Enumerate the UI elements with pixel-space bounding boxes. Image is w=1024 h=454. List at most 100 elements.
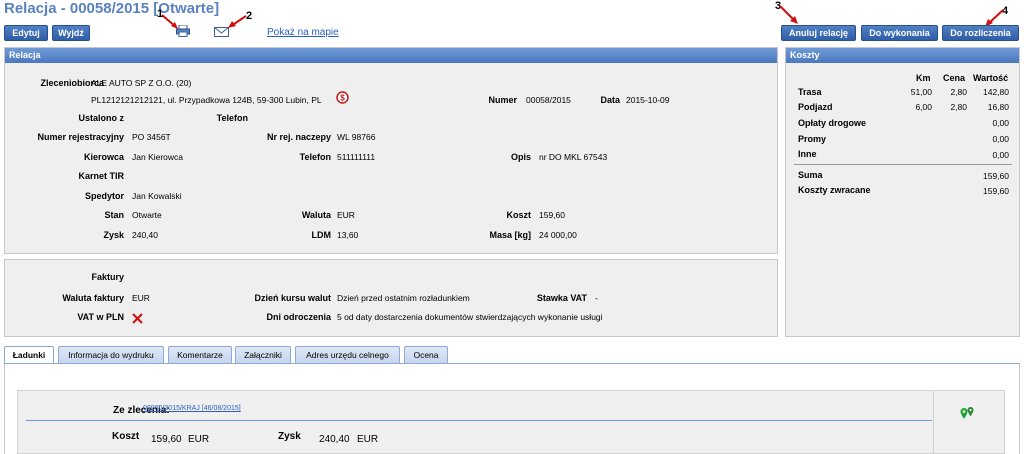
trailer-reg-label: Nr rej. naczepy [266,132,331,142]
vat-pln-label: VAT w PLN [77,312,124,322]
sum-label: Suma [798,170,823,180]
reg-number-value: PO 3456T [132,132,171,142]
load-profit-value: 240,40 [319,434,350,445]
km-column-header: Km [916,73,931,83]
state-value: Otwarte [132,210,162,220]
load-cost-currency: EUR [188,434,210,445]
cost-row-price: 2,80 [950,102,967,112]
refunded-costs-value: 159,60 [983,186,1009,196]
show-on-map-link[interactable]: Pokaż na mapie [267,27,339,38]
profit-value: 240,40 [132,230,158,240]
ldm-value: 13,60 [337,230,359,240]
payment-delay-label: Dni odroczenia [266,312,331,322]
contractor-address: PL1212121212121, ul. Przypadkowa 124B, 5… [91,95,322,105]
costs-panel-header: Koszty [786,48,1019,63]
weight-value: 24 000,00 [539,230,577,240]
invoice-currency-value: EUR [132,293,150,303]
number-value: 00058/2015 [526,95,571,105]
price-column-header: Cena [943,73,966,83]
cost-row-value: 0,00 [992,118,1009,128]
description-label: Opis [510,152,531,162]
currency-label: Waluta [301,210,331,220]
weight-label: Masa [kg] [489,230,531,240]
relation-panel-header: Relacja [5,48,777,63]
invoice-currency-label: Waluta faktury [62,293,124,303]
exit-button[interactable]: Wyjdź [52,25,90,41]
cost-row-label: Trasa [798,87,822,97]
trailer-reg-value: WL 98766 [337,132,376,142]
map-pin-icon[interactable] [960,407,976,421]
svg-text:$: $ [340,94,345,103]
cost-row-value: 0,00 [992,134,1009,144]
agreed-with-label: Ustalono z [78,113,124,123]
sum-value: 159,60 [983,171,1009,181]
state-label: Stan [104,210,124,220]
load-card: Ze zlecenia: 00060/2015/KRAJ [46/08/2015… [17,390,1005,454]
cost-row-value: 142,80 [983,87,1009,97]
divider [933,391,934,454]
divider [794,164,1012,165]
tab-print-info[interactable]: Informacja do wydruku [58,346,164,363]
contractor-name: ALE AUTO SP Z O.O. (20) [91,78,192,88]
number-label: Numer [488,95,517,105]
reg-number-label: Numer rejestracyjny [37,132,124,142]
vat-rate-value: - [595,293,598,303]
vat-rate-label: Stawka VAT [536,293,587,303]
annotation-arrow-icon [161,14,178,29]
cancel-relation-button[interactable]: Anuluj relację [781,25,856,41]
date-value: 2015-10-09 [626,95,670,105]
from-order-link[interactable]: 00060/2015/KRAJ [46/08/2015] [143,405,241,412]
exchange-day-value: Dzień przed ostatnim rozładunkiem [337,293,470,303]
cost-label: Koszt [506,210,532,220]
date-label: Data [600,95,620,105]
value-column-header: Wartość [973,73,1009,83]
to-settle-button[interactable]: Do rozliczenia [942,25,1019,41]
description-value: nr DO MKL 67543 [539,152,608,162]
cost-row-price: 2,80 [950,87,967,97]
driver-label: Kierowca [83,152,124,162]
tir-carnet-label: Karnet TIR [78,171,124,181]
tab-loads[interactable]: Ładunki [4,346,54,363]
loads-tab-content: Ze zlecenia: 00060/2015/KRAJ [46/08/2015… [4,364,1020,454]
costs-panel: Koszty Km Cena Wartość Trasa 51,00 2,80 … [785,47,1020,337]
cost-row-value: 0,00 [992,150,1009,160]
cost-row-km: 6,00 [915,102,932,112]
cost-row-label: Inne [798,149,817,159]
relation-panel: Relacja Zleceniobiorca ALE AUTO SP Z O.O… [4,47,778,254]
load-cost-label: Koszt [112,431,140,442]
cost-row-value: 16,80 [987,102,1009,112]
tab-customs-address[interactable]: Adres urzędu celnego [295,346,400,363]
annotation-arrow-icon [228,15,247,28]
payment-status-icon[interactable]: $ [336,91,349,104]
tab-attachments[interactable]: Załączniki [235,346,291,363]
tab-comments[interactable]: Komentarze [168,346,232,363]
ldm-label: LDM [311,230,332,240]
exchange-day-label: Dzień kursu walut [254,293,331,303]
annotation-arrow-icon [779,5,798,24]
driver-value: Jan Kierowca [132,152,184,162]
payment-delay-value: 5 od daty dostarczenia dokumentów stwier… [337,312,603,322]
cost-row-label: Promy [798,134,827,144]
currency-value: EUR [337,210,355,220]
cross-icon [132,313,143,324]
phone-label: Telefon [299,152,331,162]
page-title: Relacja - 00058/2015 [Otwarte] [4,0,220,17]
to-execute-button[interactable]: Do wykonania [861,25,938,41]
invoice-panel: Faktury Waluta faktury EUR Dzień kursu w… [4,259,778,337]
cost-value: 159,60 [539,210,565,220]
phone-value: 511111111 [337,152,376,162]
cost-row-label: Opłaty drogowe [798,118,867,128]
profit-label: Zysk [103,230,124,240]
refunded-costs-label: Koszty zwracane [798,185,871,195]
forwarder-label: Spedytor [84,191,124,201]
tab-rating[interactable]: Ocena [404,346,448,363]
cost-row-km: 51,00 [910,87,932,97]
cost-row-label: Podjazd [798,102,833,112]
load-cost-value: 159,60 [151,434,182,445]
edit-button[interactable]: Edytuj [4,25,48,41]
invoices-label: Faktury [91,272,124,282]
forwarder-value: Jan Kowalski [132,191,182,201]
load-profit-currency: EUR [357,434,379,445]
divider [26,420,932,421]
phone-top-label: Telefon [216,113,248,123]
